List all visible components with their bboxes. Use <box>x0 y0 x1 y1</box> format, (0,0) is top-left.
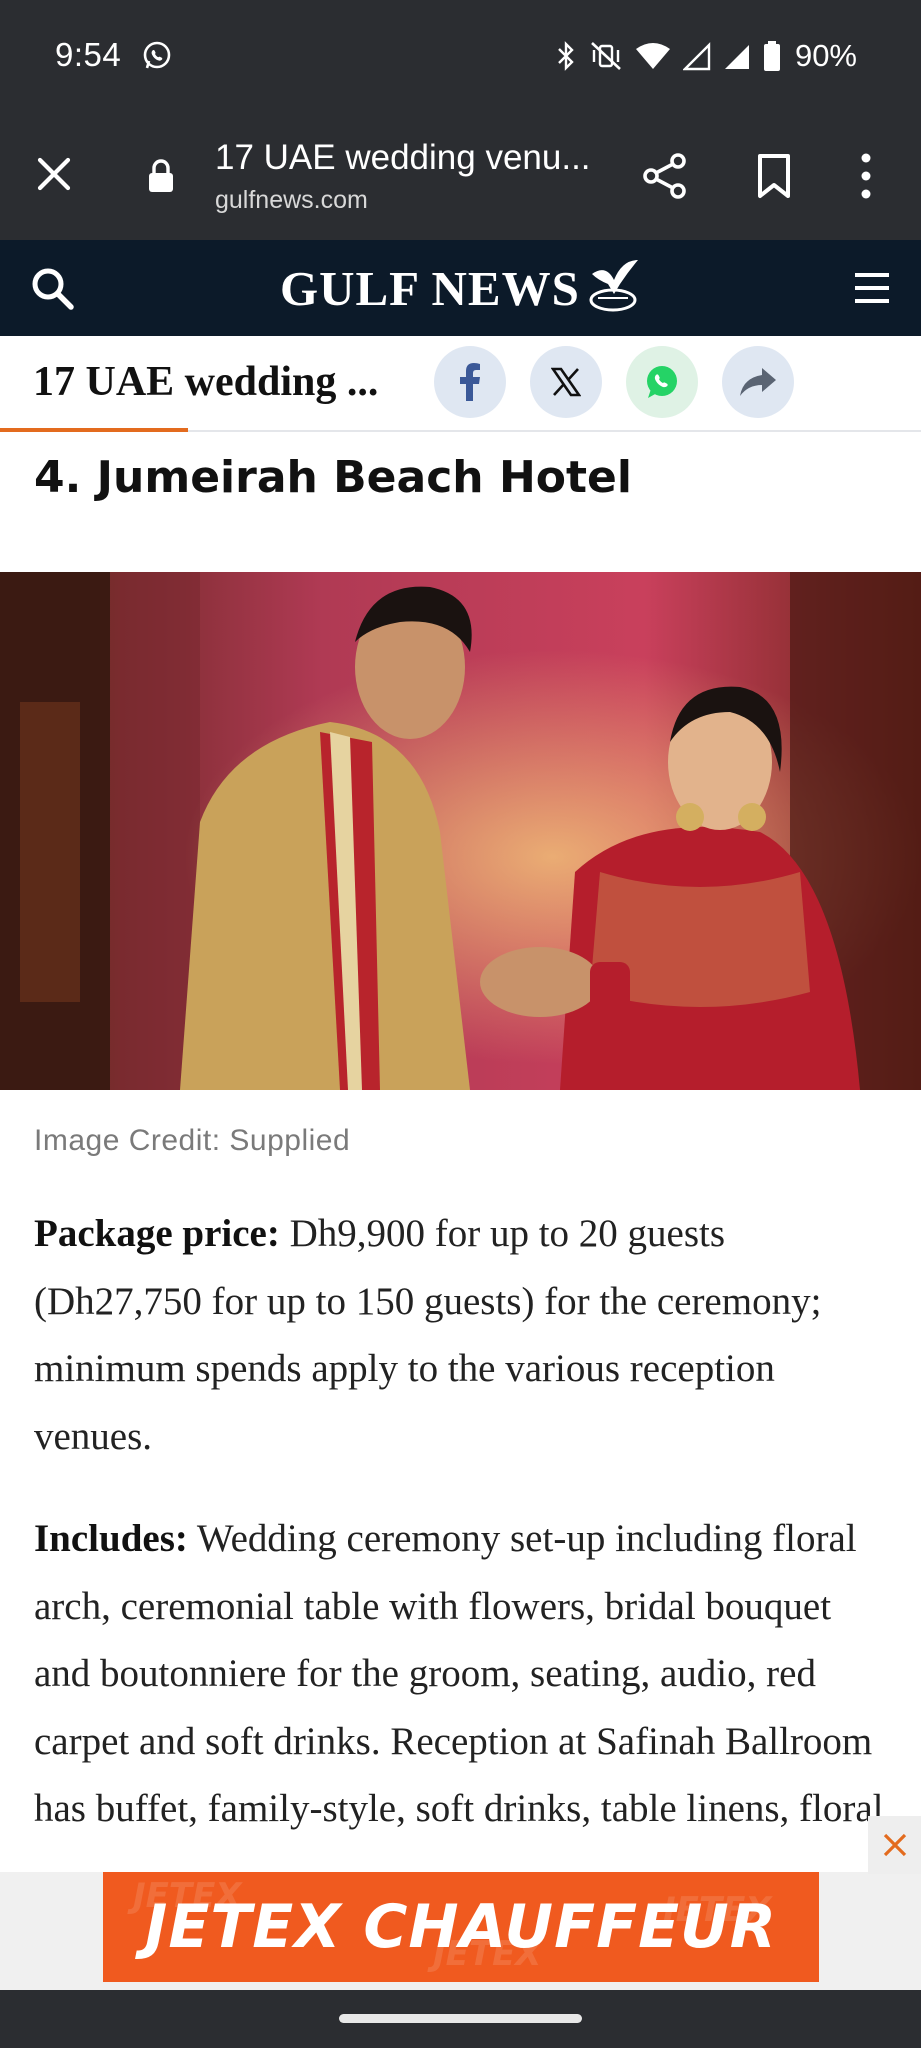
reading-progress-bar <box>0 428 188 432</box>
more-options-icon[interactable] <box>854 150 878 202</box>
facebook-icon <box>460 363 480 401</box>
share-more-button[interactable] <box>722 346 794 418</box>
share-x-button[interactable] <box>530 346 602 418</box>
ad-text: JETEX CHAUFFEUR <box>145 1892 777 1962</box>
whatsapp-notification-icon <box>143 41 171 69</box>
wifi-icon <box>635 43 670 69</box>
signal-icon-1 <box>682 42 711 71</box>
whatsapp-icon <box>647 366 677 398</box>
wedding-couple-photo <box>0 572 921 1090</box>
sticky-title: 17 UAE wedding ... <box>33 359 379 405</box>
system-nav-bar <box>0 1990 921 2048</box>
forward-share-icon <box>740 368 776 396</box>
search-icon[interactable] <box>28 264 76 312</box>
falcon-logo-icon <box>589 260 638 312</box>
status-bar: 9:54 90% <box>0 0 921 112</box>
ad-close-button[interactable] <box>868 1816 921 1874</box>
lock-icon[interactable] <box>146 158 176 194</box>
vibrate-off-icon <box>591 42 621 70</box>
status-time: 9:54 <box>55 36 122 73</box>
signal-icon-2 <box>724 45 749 69</box>
hamburger-menu-icon[interactable] <box>852 268 892 308</box>
jetex-ad-banner[interactable]: JETEX JETEX JETEX JETEX CHAUFFEUR <box>103 1872 819 1982</box>
share-icon[interactable] <box>642 152 688 200</box>
browser-url[interactable]: gulfnews.com <box>215 186 368 215</box>
share-whatsapp-button[interactable] <box>626 346 698 418</box>
battery-percent: 90% <box>794 38 857 73</box>
site-header: GULF NEWS <box>0 240 921 336</box>
close-tab-icon[interactable] <box>32 152 76 196</box>
bluetooth-icon <box>558 41 574 71</box>
section-heading: 4. Jumeirah Beach Hotel <box>34 452 632 503</box>
browser-page-title[interactable]: 17 UAE wedding venu... <box>215 138 595 178</box>
includes-label: Includes: <box>34 1517 188 1560</box>
image-credit: Image Credit: Supplied <box>34 1124 351 1157</box>
package-price-label: Package price: <box>34 1212 280 1255</box>
bookmark-icon[interactable] <box>754 152 794 200</box>
includes-text: Wedding ceremony set-up including floral… <box>34 1517 884 1830</box>
browser-toolbar: 17 UAE wedding venu... gulfnews.com <box>0 112 921 240</box>
sticky-article-bar: 17 UAE wedding ... <box>0 336 921 432</box>
share-facebook-button[interactable] <box>434 346 506 418</box>
article-photo <box>0 572 921 1090</box>
site-logo[interactable]: GULF NEWS <box>280 260 580 317</box>
home-gesture-handle[interactable] <box>339 2014 582 2023</box>
x-twitter-icon <box>551 367 581 397</box>
battery-icon <box>763 41 780 71</box>
package-price-paragraph: Package price: Dh9,900 for up to 20 gues… <box>34 1200 894 1470</box>
status-icons: 90% <box>555 38 857 74</box>
includes-paragraph: Includes: Wedding ceremony set-up includ… <box>34 1505 894 1872</box>
close-icon <box>883 1833 906 1857</box>
